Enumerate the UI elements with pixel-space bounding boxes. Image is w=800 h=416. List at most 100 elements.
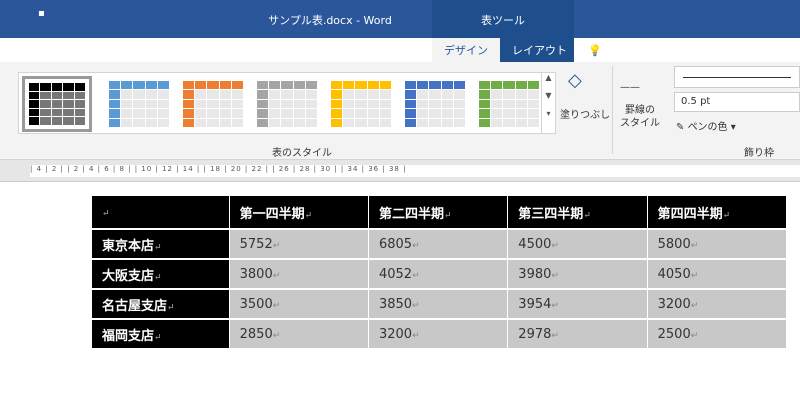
table-cell[interactable]: 5800↵ [647, 229, 788, 260]
table-style-4[interactable] [331, 81, 391, 127]
header-cell[interactable]: ↵ [92, 196, 230, 230]
cell-text: 大阪支店 [102, 268, 155, 284]
cell-text: 第一四半期 [239, 206, 305, 222]
data-table: ↵ 第一四半期↵ 第二四半期↵ 第三四半期↵ 第四四半期↵ 東京本店↵ 5752↵ 6805↵… [92, 196, 788, 350]
table-row: 大阪支店↵ 3800↵ 4052↵ 3980↵ 4050↵ [92, 259, 788, 290]
table-cell[interactable]: 4500↵ [507, 229, 648, 260]
table-style-2[interactable] [183, 81, 243, 127]
line-style-select[interactable] [674, 66, 800, 88]
table-cell[interactable]: 4050↵ [647, 259, 788, 290]
table-style-5[interactable] [405, 81, 465, 127]
table-row: 福岡支店↵ 2850↵ 3200↵ 2978↵ 2500↵ [92, 319, 788, 350]
paragraph-mark: ↵ [690, 330, 699, 341]
horizontal-ruler[interactable]: | 4 | 2 | | 2 | 4 | 6 | 8 | | 10 | 12 | … [0, 160, 800, 182]
paragraph-mark: ↵ [412, 300, 420, 311]
table-cell[interactable]: 2978↵ [507, 319, 648, 350]
table-styles-gallery: ▲ ▼ ▾ [18, 72, 556, 134]
table-cell[interactable]: 4052↵ [368, 259, 509, 290]
table-cell[interactable]: 5752↵ [229, 229, 369, 260]
table-cell[interactable]: 3980↵ [507, 259, 648, 290]
cell-text: 名古屋支店 [102, 298, 168, 314]
paragraph-mark: ↵ [583, 210, 591, 221]
paragraph-mark: ↵ [412, 330, 420, 341]
header-cell[interactable]: 第三四半期↵ [507, 196, 648, 230]
cell-text: 3500 [239, 296, 273, 312]
paragraph-mark: ↵ [412, 270, 420, 281]
paragraph-mark: ↵ [272, 240, 281, 251]
table-row: 名古屋支店↵ 3500↵ 3850↵ 3954↵ 3200↵ [92, 289, 788, 320]
cell-text: 5800 [657, 236, 691, 252]
tell-me-text: 実行したい作業を入力してください [605, 44, 781, 57]
cell-text: 4050 [657, 266, 691, 282]
tab-review[interactable]: 校閲 [333, 42, 355, 58]
tab-table-design[interactable]: デザイン [432, 38, 500, 62]
shading-icon: ◇ [568, 70, 582, 91]
cell-text: 3850 [378, 296, 413, 312]
tab-references[interactable]: 参考資料 [154, 42, 198, 58]
pen-weight-value: 0.5 pt [681, 96, 711, 107]
header-row: ↵ 第一四半期↵ 第二四半期↵ 第三四半期↵ 第四四半期↵ [92, 196, 788, 230]
table-styles-group-label: 表のスタイル [272, 148, 332, 159]
borders-group-label: 飾り枠 [744, 148, 774, 159]
ruler-ticks: | 4 | 2 | | 2 | 4 | 6 | 8 | | 10 | 12 | … [30, 165, 800, 177]
cell-text: 2500 [657, 326, 691, 342]
table-cell[interactable]: 3500↵ [229, 289, 369, 320]
tab-table-layout[interactable]: レイアウト [512, 42, 567, 58]
table-cell[interactable]: 大阪支店↵ [92, 259, 230, 290]
table-cell[interactable]: 3954↵ [507, 289, 648, 320]
cell-text: 第四四半期 [657, 206, 723, 222]
table-row: 東京本店↵ 5752↵ 6805↵ 4500↵ 5800↵ [92, 229, 788, 260]
header-cell[interactable]: 第四四半期↵ [647, 196, 788, 230]
table-cell[interactable]: 6805↵ [368, 229, 509, 260]
tab-layout[interactable]: レイアウト [80, 42, 135, 58]
cell-text: 3200 [378, 326, 413, 342]
header-cell[interactable]: 第一四半期↵ [229, 196, 369, 230]
cell-text: 2850 [239, 326, 273, 342]
table-cell[interactable]: 3200↵ [368, 319, 509, 350]
table-cell[interactable]: 2850↵ [229, 319, 369, 350]
ribbon: ▲ ▼ ▾ 表のスタイル ◇ 塗りつぶし —— 罫線の スタイル 0.5 pt ✎ … [0, 62, 800, 160]
paragraph-mark: ↵ [272, 330, 281, 341]
tell-me-search[interactable]: 💡 実行したい作業を入力してください [588, 42, 781, 58]
paragraph-mark: ↵ [154, 272, 162, 283]
tab-design[interactable]: デザイン [12, 42, 56, 58]
table-cell[interactable]: 福岡支店↵ [92, 319, 230, 350]
border-style-button[interactable]: 罫線の スタイル [620, 104, 660, 130]
paragraph-mark: ↵ [690, 240, 699, 251]
cell-text: 東京本店 [102, 238, 155, 254]
paragraph-mark: ↵ [272, 270, 281, 281]
table-cell[interactable]: 3200↵ [647, 289, 788, 320]
table-style-1[interactable] [109, 81, 169, 127]
paragraph-mark: ↵ [272, 300, 281, 311]
table-cell[interactable]: 3800↵ [229, 259, 369, 290]
table-cell[interactable]: 3850↵ [368, 289, 509, 320]
table-cell[interactable]: 名古屋支店↵ [92, 289, 230, 320]
table-style-3[interactable] [257, 81, 317, 127]
ribbon-tabs: デザイン レイアウト 参考資料 差し込み文書 校閲 表示 デザイン レイアウト … [0, 38, 800, 62]
pen-color-label: ペンの色 [687, 122, 728, 133]
paragraph-mark: ↵ [412, 240, 420, 251]
shading-button[interactable]: 塗りつぶし [560, 106, 610, 121]
paragraph-mark: ↵ [551, 300, 559, 311]
tab-view[interactable]: 表示 [389, 42, 411, 58]
paragraph-mark: ↵ [551, 330, 559, 341]
paragraph-mark: ↵ [304, 210, 313, 221]
pen-weight-select[interactable]: 0.5 pt [674, 92, 800, 112]
table-style-6[interactable] [479, 81, 539, 127]
title-bar: ▪ 表ツール サンプル表.docx - Word [0, 0, 800, 62]
window-title: サンプル表.docx - Word [268, 14, 392, 27]
pen-color-button[interactable]: ✎ ペンの色 ▾ [676, 118, 736, 133]
cell-text: 3200 [657, 296, 691, 312]
paragraph-mark: ↵ [167, 302, 175, 313]
paragraph-mark: ↵ [690, 270, 699, 281]
table-style-0[interactable] [22, 76, 92, 132]
document-page[interactable]: ↵ 第一四半期↵ 第二四半期↵ 第三四半期↵ 第四四半期↵ 東京本店↵ 5752↵ 6805↵… [0, 183, 800, 416]
table-cell[interactable]: 2500↵ [647, 319, 788, 350]
table-cell[interactable]: 東京本店↵ [92, 229, 230, 260]
tab-mailings[interactable]: 差し込み文書 [236, 42, 302, 58]
paragraph-mark: ↵ [551, 240, 559, 251]
paragraph-mark: ↵ [154, 332, 162, 343]
gallery-scroll[interactable]: ▲ ▼ ▾ [541, 73, 555, 133]
header-cell[interactable]: 第二四半期↵ [368, 196, 509, 230]
paragraph-mark: ↵ [154, 242, 162, 253]
